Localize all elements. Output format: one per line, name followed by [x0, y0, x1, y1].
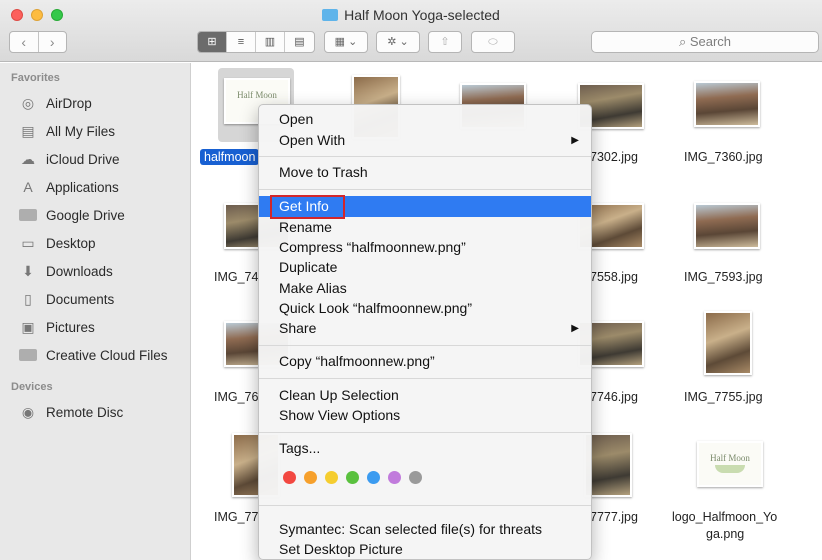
menu-item-duplicate[interactable]: Duplicate — [259, 257, 591, 278]
menu-separator — [259, 156, 591, 157]
menu-item-copy[interactable]: Copy “halfmoonnew.png” — [259, 351, 591, 372]
file-thumbnail[interactable] — [704, 311, 752, 375]
sidebar-item-airdrop[interactable]: ◎ AirDrop — [19, 93, 92, 113]
logo-thumbnail-text: Half Moon — [237, 90, 277, 100]
menu-item-compress[interactable]: Compress “halfmoonnew.png” — [259, 237, 591, 258]
back-button[interactable]: ‹ — [10, 32, 39, 52]
menu-separator — [259, 378, 591, 379]
action-gear-button[interactable]: ✲ ⌄ — [376, 31, 420, 53]
file-thumbnail[interactable] — [694, 203, 760, 249]
file-name-label[interactable]: 7746.jpg — [590, 390, 638, 404]
window-toolbar: Half Moon Yoga-selected ‹ › ⊞ ≡ ▥ ▤ ▦ ⌄ … — [0, 0, 822, 62]
navigation-buttons: ‹ › — [9, 31, 67, 53]
tag-green-dot[interactable] — [346, 471, 359, 484]
tag-yellow-dot[interactable] — [325, 471, 338, 484]
search-placeholder: Search — [689, 34, 732, 49]
menu-item-share[interactable]: Share ▶ — [259, 318, 591, 339]
menu-item-quick-look[interactable]: Quick Look “halfmoonnew.png” — [259, 298, 591, 319]
applications-icon: A — [23, 179, 33, 195]
menu-separator — [259, 505, 591, 506]
search-icon: ⌕ — [678, 34, 690, 49]
tag-purple-dot[interactable] — [388, 471, 401, 484]
menu-item-clean-up-selection[interactable]: Clean Up Selection — [259, 385, 591, 406]
cloud-icon: ☁ — [21, 151, 35, 167]
search-field[interactable]: ⌕ Search — [591, 31, 819, 53]
file-thumbnail[interactable] — [694, 81, 760, 127]
file-name-label[interactable]: IMG_7360.jpg — [684, 150, 763, 164]
forward-button[interactable]: › — [39, 32, 67, 52]
menu-item-show-view-options[interactable]: Show View Options — [259, 405, 591, 426]
icon-view-button[interactable]: ⊞ — [198, 32, 227, 52]
menu-separator — [259, 189, 591, 190]
sidebar-item-desktop[interactable]: ▭ Desktop — [19, 233, 95, 253]
submenu-arrow-icon: ▶ — [571, 323, 579, 334]
sidebar-item-pictures[interactable]: ▣ Pictures — [19, 317, 94, 337]
disc-icon: ◉ — [21, 404, 35, 420]
menu-item-set-desktop-picture[interactable]: Set Desktop Picture — [259, 539, 591, 560]
logo-thumbnail-text: Half Moon — [710, 453, 750, 463]
menu-item-open-with[interactable]: Open With ▶ — [259, 130, 591, 151]
sidebar-item-creative-cloud-files[interactable]: Creative Cloud Files — [19, 345, 168, 365]
context-menu: Open Open With ▶ Move to Trash Get Info … — [258, 104, 592, 560]
devices-header: Devices — [11, 381, 53, 393]
menu-item-make-alias[interactable]: Make Alias — [259, 278, 591, 299]
window-title: Half Moon Yoga-selected — [0, 7, 822, 23]
file-name-label[interactable]: IMG_76 — [214, 390, 258, 404]
sidebar: Favorites ◎ AirDrop ▤ All My Files ☁ iCloud… — [0, 63, 191, 560]
edit-tags-button[interactable]: ⬭ — [471, 31, 515, 53]
logo-leaf-graphic — [715, 465, 745, 473]
airdrop-icon: ◎ — [21, 95, 35, 111]
tag-red-dot[interactable] — [283, 471, 296, 484]
arrange-button[interactable]: ▦ ⌄ — [324, 31, 368, 53]
downloads-icon: ⬇ — [22, 263, 34, 279]
sidebar-item-all-my-files[interactable]: ▤ All My Files — [19, 121, 115, 141]
sidebar-item-downloads[interactable]: ⬇ Downloads — [19, 261, 113, 281]
sidebar-item-remote-disc[interactable]: ◉ Remote Disc — [19, 402, 123, 422]
menu-item-rename[interactable]: Rename — [259, 217, 591, 238]
file-name-label[interactable]: 7558.jpg — [590, 270, 638, 284]
menu-separator — [259, 345, 591, 346]
pictures-icon: ▣ — [21, 319, 35, 335]
menu-item-tags[interactable]: Tags... — [259, 438, 591, 459]
view-mode-selector: ⊞ ≡ ▥ ▤ — [197, 31, 315, 53]
sidebar-item-applications[interactable]: A Applications — [19, 177, 118, 197]
file-name-label[interactable]: IMG_7593.jpg — [684, 270, 763, 284]
sidebar-item-icloud-drive[interactable]: ☁ iCloud Drive — [19, 149, 120, 169]
submenu-arrow-icon: ▶ — [571, 135, 579, 146]
tag-color-picker — [283, 471, 430, 484]
desktop-icon: ▭ — [21, 235, 35, 251]
selected-file-name[interactable]: halfmoon — [200, 149, 260, 165]
menu-item-open[interactable]: Open — [259, 109, 591, 130]
tag-blue-dot[interactable] — [367, 471, 380, 484]
file-name-label[interactable]: IMG_7755.jpg — [684, 390, 763, 404]
menu-item-move-to-trash[interactable]: Move to Trash — [259, 162, 591, 183]
all-files-icon: ▤ — [21, 123, 35, 139]
folder-icon — [19, 209, 37, 221]
file-thumbnail-logo[interactable]: Half Moon — [697, 441, 763, 487]
column-view-button[interactable]: ▥ — [256, 32, 285, 52]
file-name-label[interactable]: logo_Halfmoon_Yo — [672, 510, 777, 524]
file-name-label[interactable]: 7777.jpg — [590, 510, 638, 524]
tag-orange-dot[interactable] — [304, 471, 317, 484]
file-name-label-line2[interactable]: ga.png — [706, 527, 744, 541]
favorites-header: Favorites — [11, 72, 60, 84]
sidebar-item-documents[interactable]: ▯ Documents — [19, 289, 114, 309]
coverflow-view-button[interactable]: ▤ — [285, 32, 314, 52]
documents-icon: ▯ — [24, 291, 32, 307]
file-name-label[interactable]: IMG_74 — [214, 270, 258, 284]
sidebar-item-google-drive[interactable]: Google Drive — [19, 205, 125, 225]
file-name-label[interactable]: IMG_77 — [214, 510, 258, 524]
file-name-label[interactable]: 7302.jpg — [590, 150, 638, 164]
tag-gray-dot[interactable] — [409, 471, 422, 484]
list-view-button[interactable]: ≡ — [227, 32, 256, 52]
share-button[interactable]: ⇧ — [428, 31, 462, 53]
menu-item-symantec-scan[interactable]: Symantec: Scan selected file(s) for thre… — [259, 519, 591, 540]
folder-icon — [322, 9, 339, 21]
menu-separator — [259, 432, 591, 433]
annotation-highlight-box — [270, 195, 345, 219]
folder-icon — [19, 349, 37, 361]
